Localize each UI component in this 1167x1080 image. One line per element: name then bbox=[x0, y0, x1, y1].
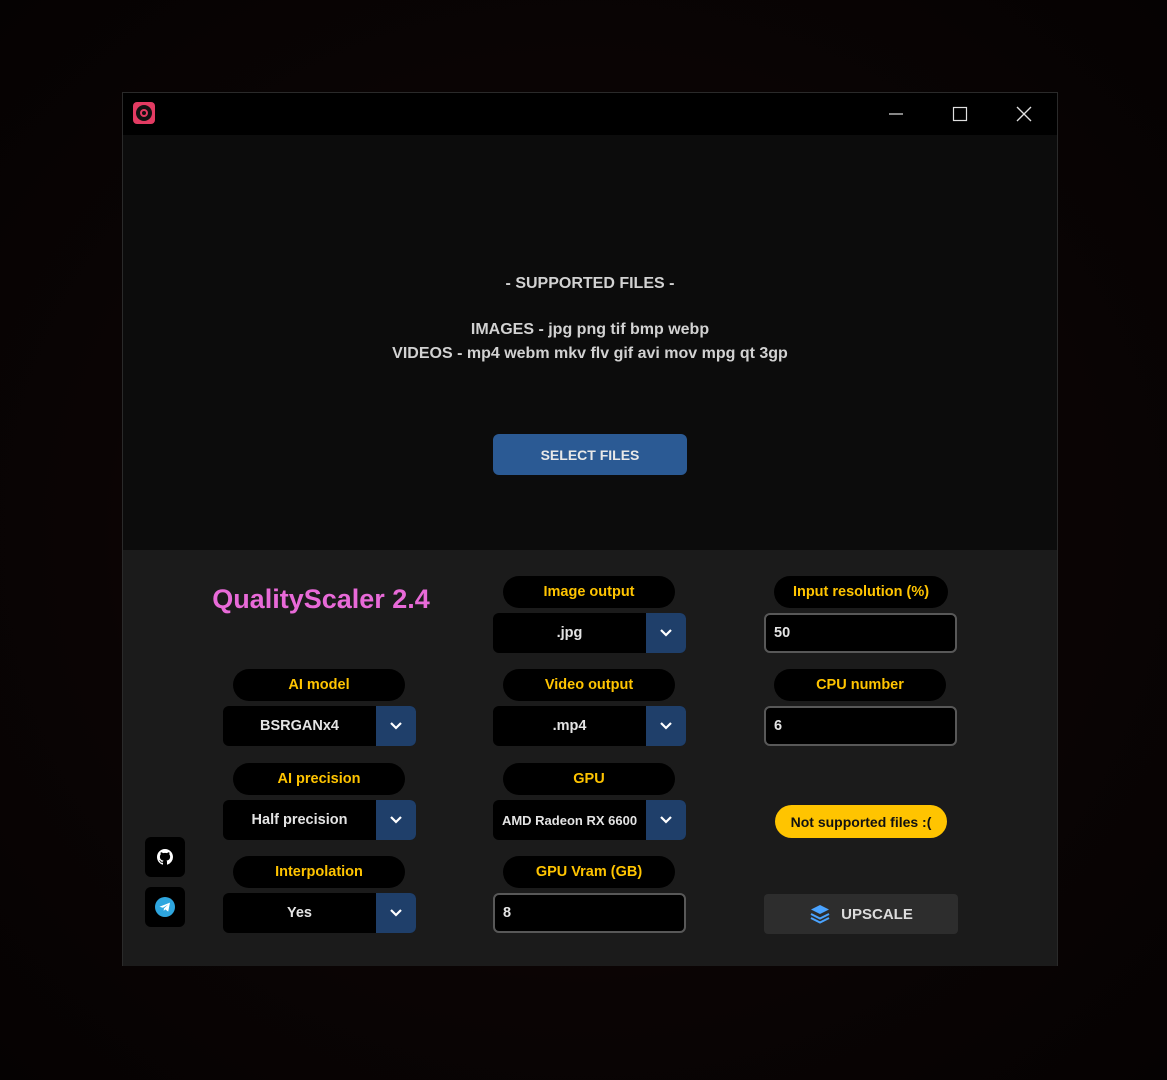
supported-videos-text: VIDEOS - mp4 webm mkv flv gif avi mov mp… bbox=[392, 345, 788, 362]
supported-images-text: IMAGES - jpg png tif bmp webp bbox=[470, 321, 710, 338]
chevron-down-icon bbox=[390, 722, 402, 730]
video-output-value: .mp4 bbox=[552, 718, 587, 734]
video-output-dropdown[interactable]: .mp4 bbox=[493, 706, 686, 746]
gpu-arrow[interactable] bbox=[646, 800, 686, 840]
minimize-icon bbox=[889, 113, 903, 115]
chevron-down-icon bbox=[660, 816, 672, 824]
upscale-label: UPSCALE bbox=[841, 905, 913, 923]
app-title: QualityScaler 2.4 bbox=[212, 584, 430, 614]
status-badge: Not supported files :( bbox=[775, 805, 947, 838]
upscale-button[interactable]: UPSCALE bbox=[764, 894, 958, 934]
ai-model-label: AI model bbox=[233, 669, 405, 701]
cpu-number-label: CPU number bbox=[774, 669, 946, 701]
image-output-arrow[interactable] bbox=[646, 613, 686, 653]
interpolation-dropdown[interactable]: Yes bbox=[223, 893, 416, 933]
chevron-down-icon bbox=[660, 629, 672, 637]
image-output-dropdown[interactable]: .jpg bbox=[493, 613, 686, 653]
maximize-button[interactable] bbox=[928, 93, 992, 135]
chevron-down-icon bbox=[390, 816, 402, 824]
gpu-label: GPU bbox=[503, 763, 675, 795]
input-resolution-label: Input resolution (%) bbox=[774, 576, 948, 608]
ai-model-value: BSRGANx4 bbox=[260, 718, 339, 734]
close-button[interactable] bbox=[992, 93, 1056, 135]
telegram-button[interactable] bbox=[145, 887, 185, 927]
gpu-vram-label: GPU Vram (GB) bbox=[503, 856, 675, 888]
app-window: - SUPPORTED FILES - IMAGES - jpg png tif… bbox=[122, 92, 1058, 966]
chevron-down-icon bbox=[390, 909, 402, 917]
github-icon bbox=[157, 849, 173, 865]
interpolation-label: Interpolation bbox=[233, 856, 405, 888]
gpu-value: AMD Radeon RX 6600 bbox=[501, 812, 638, 828]
video-output-arrow[interactable] bbox=[646, 706, 686, 746]
qualityscaler-logo-icon bbox=[133, 102, 155, 124]
title-bar bbox=[123, 93, 1057, 135]
supported-files-title: - SUPPORTED FILES - bbox=[505, 275, 675, 292]
close-icon bbox=[1016, 106, 1032, 122]
ai-model-dropdown[interactable]: BSRGANx4 bbox=[223, 706, 416, 746]
interpolation-arrow[interactable] bbox=[376, 893, 416, 933]
ai-precision-dropdown[interactable]: Half precision bbox=[223, 800, 416, 840]
ai-precision-value: Half precision bbox=[251, 812, 348, 828]
video-output-label: Video output bbox=[503, 669, 675, 701]
image-output-value: .jpg bbox=[556, 625, 583, 641]
github-button[interactable] bbox=[145, 837, 185, 877]
image-output-label: Image output bbox=[503, 576, 675, 608]
ai-model-arrow[interactable] bbox=[376, 706, 416, 746]
layers-icon bbox=[810, 905, 830, 924]
settings-panel: QualityScaler 2.4 AI model BSRGANx4 AI p… bbox=[123, 550, 1057, 966]
ai-precision-label: AI precision bbox=[233, 763, 405, 795]
ai-precision-arrow[interactable] bbox=[376, 800, 416, 840]
cpu-number-input[interactable]: 6 bbox=[764, 706, 957, 746]
minimize-button[interactable] bbox=[864, 93, 928, 135]
select-files-button[interactable]: SELECT FILES bbox=[493, 434, 687, 475]
telegram-icon bbox=[155, 897, 175, 917]
input-resolution-input[interactable]: 50 bbox=[764, 613, 957, 653]
chevron-down-icon bbox=[660, 722, 672, 730]
maximize-icon bbox=[952, 106, 968, 122]
file-drop-zone[interactable]: - SUPPORTED FILES - IMAGES - jpg png tif… bbox=[123, 135, 1057, 550]
interpolation-value: Yes bbox=[287, 905, 312, 921]
gpu-dropdown[interactable]: AMD Radeon RX 6600 bbox=[493, 800, 686, 840]
gpu-vram-input[interactable]: 8 bbox=[493, 893, 686, 933]
